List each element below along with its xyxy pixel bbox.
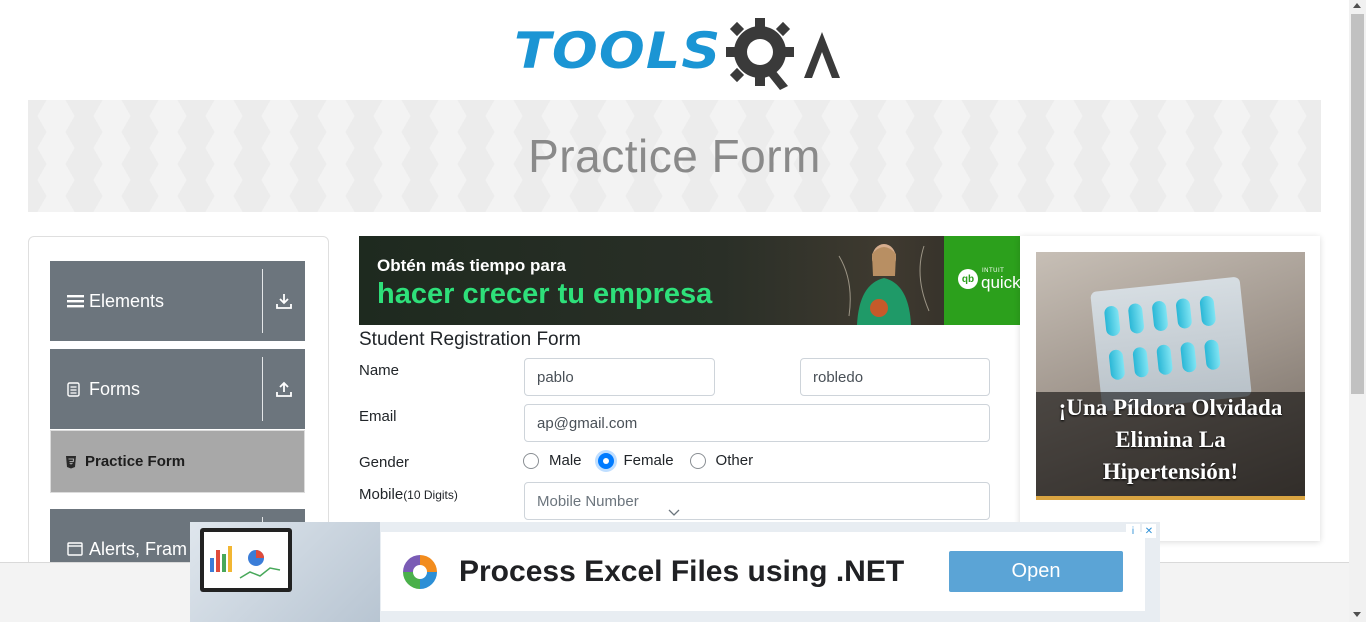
ad-title: Process Excel Files using .NET (459, 554, 905, 588)
gender-female-radio[interactable] (597, 452, 614, 469)
gender-radio-group: Male Female Other (523, 452, 769, 469)
sidebar-group-label: Alerts, Fram (89, 539, 188, 559)
vertical-scrollbar[interactable] (1349, 0, 1366, 622)
ad-card[interactable]: Process Excel Files using .NET Open (381, 532, 1145, 611)
quickbooks-logo-icon: qb (958, 269, 978, 289)
scroll-up-arrow-icon[interactable] (1353, 3, 1361, 8)
gender-other-radio[interactable] (689, 452, 706, 469)
gender-other-label: Other (715, 452, 754, 469)
ad-woman-image (838, 244, 930, 325)
page: TOOLS Practice Form Elements Forms Pract… (0, 0, 1366, 622)
top-advertisement[interactable]: Obtén más tiempo para hacer crecer tu em… (359, 236, 1020, 325)
close-icon[interactable]: ✕ (1142, 524, 1156, 538)
sidebar-item-label: Practice Form (85, 453, 186, 470)
mobile-placeholder: Mobile Number (537, 492, 639, 510)
ad-caption-line-1: ¡Una Píldora Olvidada (1058, 395, 1283, 420)
email-label: Email (359, 408, 397, 425)
right-advertisement[interactable]: ¡Una Píldora Olvidada Elimina La Hiperte… (1020, 236, 1320, 541)
scroll-down-arrow-icon[interactable] (1353, 612, 1361, 617)
ad-caption: ¡Una Píldora Olvidada Elimina La Hiperte… (1036, 392, 1305, 488)
gender-other-option[interactable]: Other (689, 452, 754, 469)
gender-female-label: Female (623, 452, 674, 469)
mobile-label-text: Mobile (359, 486, 404, 503)
page-title: Practice Form (528, 130, 821, 182)
email-input[interactable]: ap@gmail.com (524, 404, 990, 442)
download-arrow-icon[interactable] (273, 261, 295, 341)
gender-male-label: Male (549, 452, 582, 469)
document-icon (67, 381, 85, 397)
upload-arrow-icon[interactable] (273, 349, 295, 429)
gender-male-option[interactable]: Male (523, 452, 582, 469)
ad-brand-name: quick (981, 273, 1020, 292)
page-banner: Practice Form (28, 100, 1321, 212)
first-name-input[interactable]: pablo (524, 358, 715, 396)
form-title: Student Registration Form (359, 329, 581, 350)
aspose-logo-icon (403, 554, 437, 589)
divider (262, 269, 263, 333)
open-button[interactable]: Open (949, 551, 1123, 592)
mobile-label: Mobile(10 Digits) (359, 486, 458, 503)
bottom-advertisement[interactable]: Process Excel Files using .NET Open i ✕ (190, 522, 1160, 622)
gender-female-option[interactable]: Female (597, 452, 674, 469)
gender-male-radio[interactable] (523, 452, 539, 469)
chevron-down-icon (668, 509, 680, 516)
ad-caption-line-3: Hipertensión! (1102, 459, 1239, 484)
last-name-input[interactable]: robledo (800, 358, 990, 396)
sidebar-group-forms[interactable]: Forms (50, 349, 305, 429)
name-label: Name (359, 362, 400, 379)
window-icon (67, 542, 85, 556)
logo-qa-icon (726, 18, 840, 90)
sidebar-group-label: Elements (89, 290, 165, 311)
toolsqa-logo[interactable]: TOOLS (514, 14, 840, 92)
sidebar-group-elements[interactable]: Elements (50, 261, 305, 341)
mobile-hint: (10 Digits) (403, 488, 458, 502)
scroll-thumb[interactable] (1351, 14, 1364, 394)
ad-pills-image: ¡Una Píldora Olvidada Elimina La Hiperte… (1036, 252, 1305, 500)
divider (262, 357, 263, 421)
ad-thumbnail (190, 522, 380, 622)
ad-brand-panel: qb INTUIT quick (944, 236, 1020, 325)
hamburger-icon (67, 294, 85, 308)
gender-label: Gender (359, 454, 410, 471)
sidebar-item-practice-form[interactable]: Practice Form (50, 430, 305, 493)
monitor-image (200, 528, 292, 592)
info-icon[interactable]: i (1126, 524, 1140, 538)
chart-thumbnail-icon (210, 546, 281, 579)
ad-accent-bar (1036, 496, 1305, 500)
ad-caption-line-2: Elimina La (1115, 427, 1226, 452)
sidebar-group-label: Forms (89, 378, 140, 399)
ad-choices: i ✕ (1126, 524, 1156, 538)
html5-icon (65, 455, 79, 469)
ad-headline-1: Obtén más tiempo para (377, 256, 566, 275)
mobile-input[interactable]: Mobile Number (524, 482, 990, 520)
logo-text: TOOLS (514, 22, 722, 80)
ad-headline-2: hacer crecer tu empresa (377, 278, 713, 310)
